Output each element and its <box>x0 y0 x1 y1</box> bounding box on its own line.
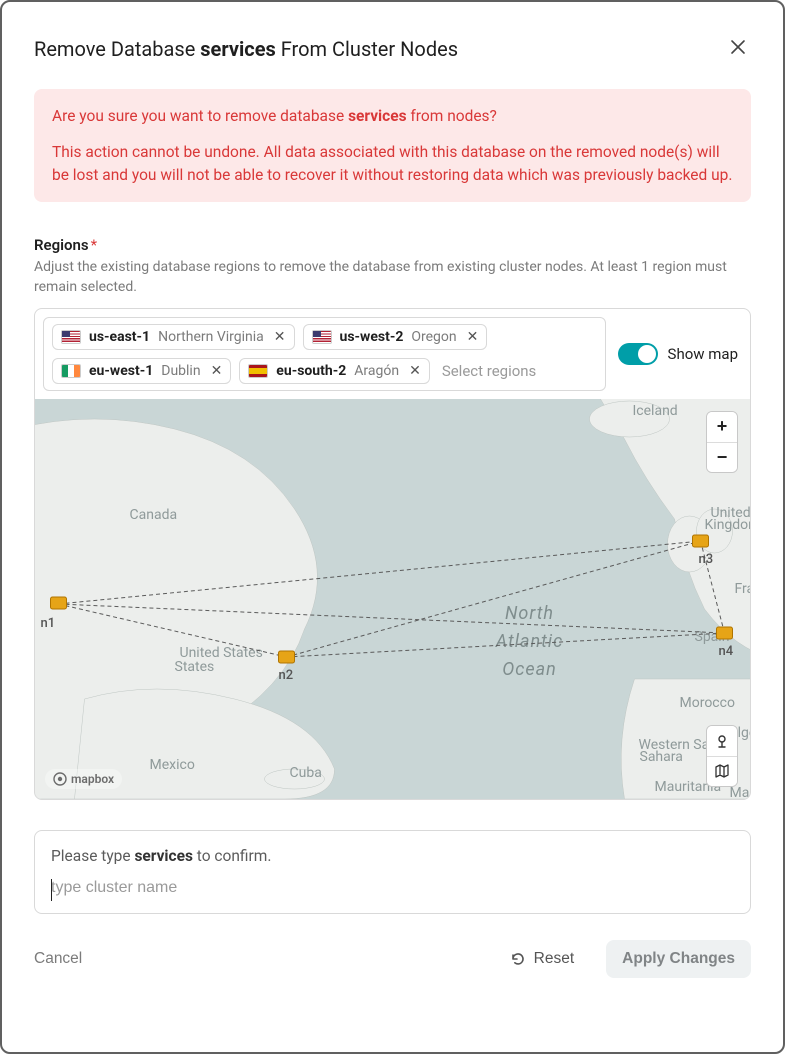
svg-text:n2: n2 <box>279 668 294 683</box>
regions-label: Regions* <box>34 236 751 254</box>
chip-remove-icon[interactable]: ✕ <box>272 329 288 345</box>
svg-text:States: States <box>175 659 215 675</box>
flag-ie-icon <box>61 364 81 378</box>
reset-button[interactable]: Reset <box>494 940 591 978</box>
map-zoom-out-button[interactable]: − <box>707 442 737 472</box>
dialog-footer: Cancel Reset Apply Changes <box>34 940 751 978</box>
dialog-title-post: From Cluster Nodes <box>276 37 458 61</box>
svg-text:n1: n1 <box>41 616 56 631</box>
regions-help: Adjust the existing database regions to … <box>34 258 751 297</box>
map[interactable]: North Atlantic Ocean Iceland Canada Unit… <box>35 399 750 799</box>
svg-text:Ocean: Ocean <box>502 659 557 680</box>
footer-right-actions: Reset Apply Changes <box>494 940 751 978</box>
region-chip-us-west-2: us-west-2 Oregon ✕ <box>303 324 488 350</box>
svg-text:Mexico: Mexico <box>150 757 195 773</box>
apply-changes-button[interactable]: Apply Changes <box>606 940 751 978</box>
text-caret <box>51 879 52 901</box>
svg-text:Atlantic: Atlantic <box>495 631 563 652</box>
dialog-title: Remove Database services From Cluster No… <box>34 37 458 61</box>
map-style-button[interactable] <box>707 756 737 786</box>
svg-text:Morocco: Morocco <box>680 695 735 711</box>
regions-section: Regions* Adjust the existing database re… <box>34 236 751 799</box>
region-select-input[interactable]: us-east-1 Northern Virginia ✕ us-west-2 … <box>43 317 606 391</box>
dialog-frame: Remove Database services From Cluster No… <box>0 0 785 1054</box>
map-zoom-controls: + − <box>706 411 738 473</box>
dialog-header: Remove Database services From Cluster No… <box>34 34 751 63</box>
chip-remove-icon[interactable]: ✕ <box>465 329 481 345</box>
regions-block: us-east-1 Northern Virginia ✕ us-west-2 … <box>34 308 751 800</box>
region-chip-eu-west-1: eu-west-1 Dublin ✕ <box>52 358 231 384</box>
confirm-input-wrap <box>51 865 734 897</box>
map-locate-button[interactable] <box>707 726 737 756</box>
map-tool-controls <box>706 725 738 787</box>
confirm-prompt: Please type services to confirm. <box>51 847 734 865</box>
region-select-placeholder: Select regions <box>438 362 537 380</box>
region-chip-eu-south-2: eu-south-2 Aragón ✕ <box>239 358 430 384</box>
svg-text:Cuba: Cuba <box>290 765 322 781</box>
svg-text:n3: n3 <box>699 552 714 567</box>
regions-top-row: us-east-1 Northern Virginia ✕ us-west-2 … <box>35 309 750 399</box>
show-map-toggle-group: Show map <box>618 343 738 365</box>
svg-text:Kingdom: Kingdom <box>705 517 751 533</box>
dialog-title-bold: services <box>200 37 276 61</box>
chip-remove-icon[interactable]: ✕ <box>209 363 225 379</box>
warning-line-1: Are you sure you want to remove database… <box>52 105 733 127</box>
show-map-toggle[interactable] <box>618 343 658 365</box>
svg-text:Sahara: Sahara <box>640 749 683 765</box>
confirm-input[interactable] <box>51 879 734 897</box>
svg-text:Fra: Fra <box>735 581 751 597</box>
svg-text:n4: n4 <box>719 644 734 659</box>
warning-line-2: This action cannot be undone. All data a… <box>52 141 733 186</box>
flag-us-icon <box>312 330 332 344</box>
confirm-box: Please type services to confirm. <box>34 830 751 914</box>
svg-text:Mali: Mali <box>730 785 751 799</box>
map-zoom-in-button[interactable]: + <box>707 412 737 442</box>
locate-icon <box>714 733 730 749</box>
required-mark: * <box>91 236 97 254</box>
reset-icon <box>510 951 526 967</box>
flag-us-icon <box>61 330 81 344</box>
region-chip-us-east-1: us-east-1 Northern Virginia ✕ <box>52 324 295 350</box>
svg-text:Iceland: Iceland <box>633 403 678 419</box>
show-map-label: Show map <box>668 345 738 363</box>
map-attribution[interactable]: mapbox <box>45 769 122 789</box>
dialog-title-pre: Remove Database <box>34 37 200 61</box>
cancel-button[interactable]: Cancel <box>34 940 98 978</box>
mapbox-logo-icon <box>53 772 67 786</box>
map-icon <box>714 763 730 779</box>
close-icon <box>729 38 747 56</box>
chip-remove-icon[interactable]: ✕ <box>407 363 423 379</box>
close-button[interactable] <box>725 34 751 63</box>
flag-es-icon <box>248 364 268 378</box>
svg-text:Canada: Canada <box>130 507 178 523</box>
map-canvas: North Atlantic Ocean Iceland Canada Unit… <box>35 399 750 799</box>
svg-text:North: North <box>505 603 554 624</box>
warning-box: Are you sure you want to remove database… <box>34 89 751 202</box>
